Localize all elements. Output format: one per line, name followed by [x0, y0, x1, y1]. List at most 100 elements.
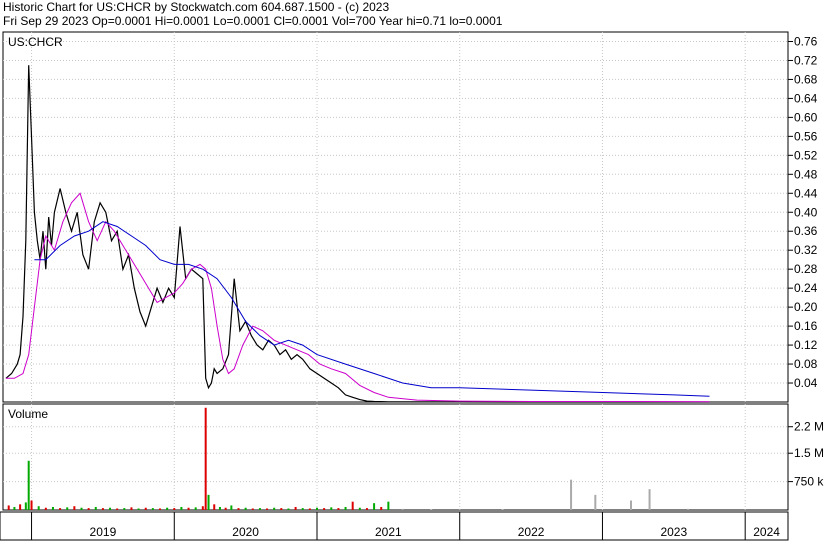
- price-tick-label: 0.76: [794, 34, 818, 48]
- volume-bar: [351, 501, 354, 510]
- volume-bar: [166, 507, 169, 510]
- volume-bar: [13, 506, 16, 510]
- price-tick-label: 0.16: [794, 319, 818, 333]
- volume-bar: [73, 506, 76, 510]
- volume-bar: [373, 503, 376, 510]
- volume-bar: [344, 506, 347, 510]
- volume-bar: [201, 506, 204, 510]
- stock-chart: US:CHCR Volume 0.04 0.08 0.12 0.16 0.20 0.24 0…: [0, 31, 824, 541]
- volume-bar: [151, 508, 154, 510]
- volume-bar: [187, 507, 190, 510]
- volume-bar: [323, 508, 326, 510]
- year-label: 2022: [518, 525, 545, 539]
- volume-bar: [365, 508, 368, 510]
- volume-bar: [44, 507, 47, 510]
- volume-bar: [380, 506, 383, 510]
- volume-bar: [194, 507, 197, 510]
- volume-bar: [207, 494, 210, 510]
- volume-bar: [144, 507, 147, 510]
- price-tick-label: 0.60: [794, 110, 818, 124]
- volume-bar: [237, 508, 240, 510]
- price-panel-title: US:CHCR: [8, 35, 63, 49]
- volume-bar: [19, 504, 22, 510]
- volume-bar: [27, 460, 30, 510]
- price-tick-label: 0.24: [794, 281, 818, 295]
- price-tick-label: 0.28: [794, 262, 818, 276]
- price-tick-label: 0.08: [794, 357, 818, 371]
- volume-bar: [101, 508, 104, 510]
- volume-bar: [258, 508, 261, 510]
- price-panel: [5, 65, 710, 403]
- volume-bar: [87, 508, 90, 510]
- price-line: [5, 65, 710, 403]
- volume-bar: [24, 502, 27, 510]
- volume-bar: [7, 505, 10, 510]
- volume-bar: [501, 509, 504, 510]
- volume-bar: [159, 508, 161, 510]
- volume-bar: [280, 508, 283, 510]
- volume-bar: [244, 507, 247, 510]
- volume-bar: [458, 508, 461, 510]
- year-label: 2023: [660, 525, 687, 539]
- volume-panel-title: Volume: [8, 407, 48, 421]
- volume-bar: [30, 500, 33, 510]
- volume-bar: [130, 507, 133, 510]
- volume-bar: [570, 479, 573, 510]
- price-tick-label: 0.72: [794, 53, 818, 67]
- volume-bar: [59, 508, 62, 510]
- volume-bar: [648, 489, 651, 510]
- volume-tick-label: 1.5 M: [794, 446, 824, 460]
- price-tick-label: 0.40: [794, 205, 818, 219]
- volume-bar: [204, 407, 207, 510]
- price-tick-label: 0.36: [794, 224, 818, 238]
- volume-bar: [230, 505, 233, 510]
- axes: US:CHCR Volume 0.04 0.08 0.12 0.16 0.20 0.24 0…: [8, 34, 824, 539]
- volume-bar: [266, 508, 269, 510]
- price-tick-label: 0.04: [794, 376, 818, 390]
- volume-bar: [308, 508, 311, 510]
- price-tick-label: 0.64: [794, 91, 818, 105]
- volume-bar: [109, 507, 112, 510]
- volume-bar: [358, 507, 361, 510]
- volume-bar: [51, 506, 54, 510]
- price-tick-label: 0.32: [794, 243, 818, 257]
- price-tick-label: 0.52: [794, 148, 818, 162]
- price-tick-label: 0.20: [794, 300, 818, 314]
- volume-panel: [7, 407, 690, 510]
- volume-panel-frame: [2, 403, 789, 511]
- volume-bar: [430, 509, 433, 510]
- price-tick-label: 0.48: [794, 167, 818, 181]
- volume-bar: [123, 508, 126, 510]
- volume-bar: [630, 500, 632, 510]
- price-tick-label: 0.12: [794, 338, 818, 352]
- volume-bar: [137, 508, 140, 510]
- volume-bar: [273, 507, 276, 510]
- volume-bar: [37, 506, 40, 510]
- year-label: 2024: [753, 525, 780, 539]
- volume-bar: [116, 508, 119, 510]
- volume-bar: [687, 508, 690, 510]
- volume-bar: [387, 501, 390, 510]
- volume-bar: [218, 506, 221, 510]
- volume-bar: [287, 508, 290, 510]
- year-label: 2020: [232, 525, 259, 539]
- volume-bar: [401, 508, 404, 510]
- ma-long-line: [34, 221, 710, 397]
- volume-bar: [594, 494, 597, 510]
- volume-bar: [330, 507, 333, 510]
- price-tick-label: 0.44: [794, 186, 818, 200]
- year-label: 2021: [375, 525, 402, 539]
- year-label: 2019: [90, 525, 117, 539]
- price-tick-label: 0.68: [794, 72, 818, 86]
- volume-tick-label: 2.2 M: [794, 420, 824, 434]
- volume-bar: [224, 507, 227, 510]
- volume-bar: [94, 506, 97, 510]
- grid-lines: [0, 31, 789, 541]
- volume-bar: [80, 507, 83, 510]
- volume-bar: [180, 506, 183, 510]
- volume-bar: [66, 507, 69, 510]
- volume-bar: [173, 508, 176, 510]
- price-panel-frame: [2, 31, 789, 403]
- volume-bar: [251, 508, 254, 510]
- volume-bar: [301, 508, 304, 510]
